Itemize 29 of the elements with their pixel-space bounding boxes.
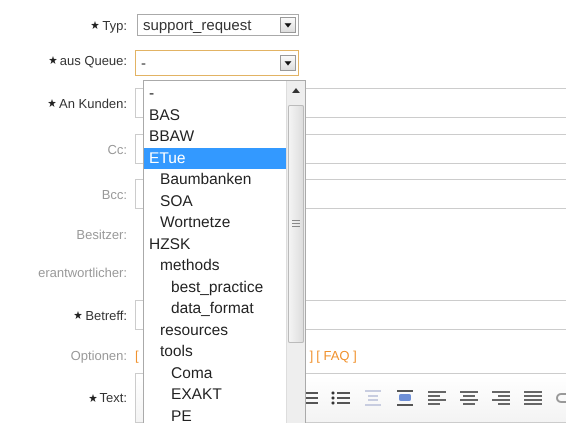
queue-option[interactable]: methods xyxy=(144,255,286,276)
field-label: erantwortlicher: xyxy=(38,264,127,280)
queue-option[interactable]: data_format xyxy=(144,298,286,320)
queue-option[interactable]: tools xyxy=(144,341,286,362)
field-label: Besitzer: xyxy=(76,226,127,242)
field-label: Text: xyxy=(100,390,127,405)
queue-option[interactable]: Baumbanken xyxy=(144,169,286,190)
field-label: Cc: xyxy=(108,142,127,156)
queue-option[interactable]: best_practice xyxy=(144,276,286,298)
queue-option[interactable]: resources xyxy=(144,320,286,341)
queue-option[interactable]: SOA xyxy=(144,190,286,212)
bracket-text: [ xyxy=(135,348,139,362)
queue-option[interactable]: PE xyxy=(144,406,286,423)
field-label: Optionen: xyxy=(70,348,127,362)
field-label: An Kunden: xyxy=(59,96,127,110)
field-label: Bcc: xyxy=(102,186,127,202)
queue-select[interactable]: - xyxy=(135,50,299,76)
queue-option[interactable]: Wortnetze xyxy=(144,212,286,234)
field-label: Betreff: xyxy=(85,308,127,322)
queue-option[interactable]: - xyxy=(144,83,286,104)
queue-option[interactable]: EXAKT xyxy=(144,384,286,406)
field-label: aus Queue: xyxy=(60,52,127,68)
bracket-text: ] xyxy=(310,348,314,362)
queue-option[interactable]: BBAW xyxy=(144,126,286,148)
type-select[interactable]: support_request xyxy=(137,14,299,36)
queue-option[interactable]: Coma xyxy=(144,362,286,384)
queue-option[interactable]: HZSK xyxy=(144,234,286,255)
queue-option[interactable]: BAS xyxy=(144,104,286,126)
field-label: Typ: xyxy=(102,18,127,32)
